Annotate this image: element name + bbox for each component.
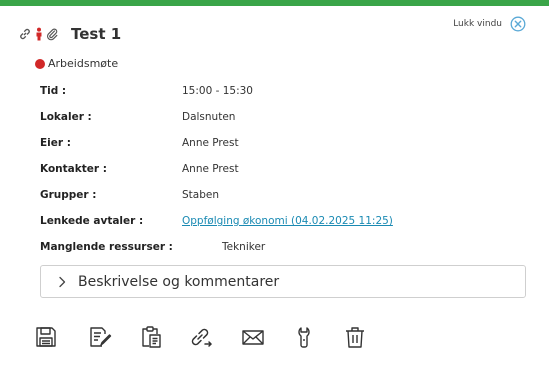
- close-icon[interactable]: [510, 16, 526, 32]
- field-value-contacts: Anne Prest: [182, 163, 239, 175]
- resources-button[interactable]: [291, 322, 317, 352]
- title-icons: [18, 27, 58, 41]
- field-value-rooms: Dalsnuten: [182, 111, 236, 123]
- description-accordion[interactable]: Beskrivelse og kommentarer: [40, 265, 526, 298]
- close-window-label[interactable]: Lukk vindu: [453, 19, 502, 29]
- chevron-right-icon: [58, 276, 66, 288]
- field-label-groups: Grupper :: [40, 189, 97, 201]
- link-icon: [191, 328, 213, 347]
- paperclip-icon: [46, 27, 58, 41]
- toolbar: [33, 322, 368, 356]
- page-title: Test 1: [71, 25, 122, 43]
- save-icon: [36, 327, 56, 347]
- close-window-button[interactable]: Lukk vindu: [453, 16, 526, 32]
- field-label-rooms: Lokaler :: [40, 111, 92, 123]
- edit-icon: [90, 327, 112, 347]
- trash-icon: [346, 327, 364, 348]
- copy-button[interactable]: [138, 322, 164, 352]
- appointment-type-dot: [35, 58, 45, 69]
- field-value-owner: Anne Prest: [182, 137, 239, 149]
- wrench-icon: [298, 327, 310, 348]
- field-value-missing-resources: Tekniker: [222, 241, 266, 253]
- link-button[interactable]: [188, 322, 214, 352]
- appointment-type-label: Arbeidsmøte: [48, 57, 119, 70]
- appointment-type: Arbeidsmøte: [35, 57, 118, 70]
- field-value-time: 15:00 - 15:30: [182, 85, 253, 97]
- title-row: Test 1: [18, 24, 121, 44]
- copy-icon: [142, 326, 161, 348]
- email-button[interactable]: [240, 322, 266, 352]
- field-label-contacts: Kontakter :: [40, 163, 107, 175]
- save-button[interactable]: [33, 322, 59, 352]
- field-label-linked-appointments: Lenkede avtaler :: [40, 215, 144, 227]
- top-accent-bar: [0, 0, 549, 6]
- field-value-groups: Staben: [182, 189, 219, 201]
- delete-button[interactable]: [342, 322, 368, 352]
- field-label-time: Tid :: [40, 85, 67, 97]
- accordion-label: Beskrivelse og kommentarer: [78, 273, 280, 290]
- field-label-missing-resources: Manglende ressurser :: [40, 241, 173, 253]
- mail-icon: [242, 330, 264, 345]
- edit-button[interactable]: [87, 322, 113, 352]
- link-icon: [18, 27, 32, 41]
- field-label-owner: Eier :: [40, 137, 71, 149]
- person-icon: [34, 27, 44, 41]
- linked-appointment-link[interactable]: Oppfølging økonomi (04.02.2025 11:25): [182, 215, 393, 227]
